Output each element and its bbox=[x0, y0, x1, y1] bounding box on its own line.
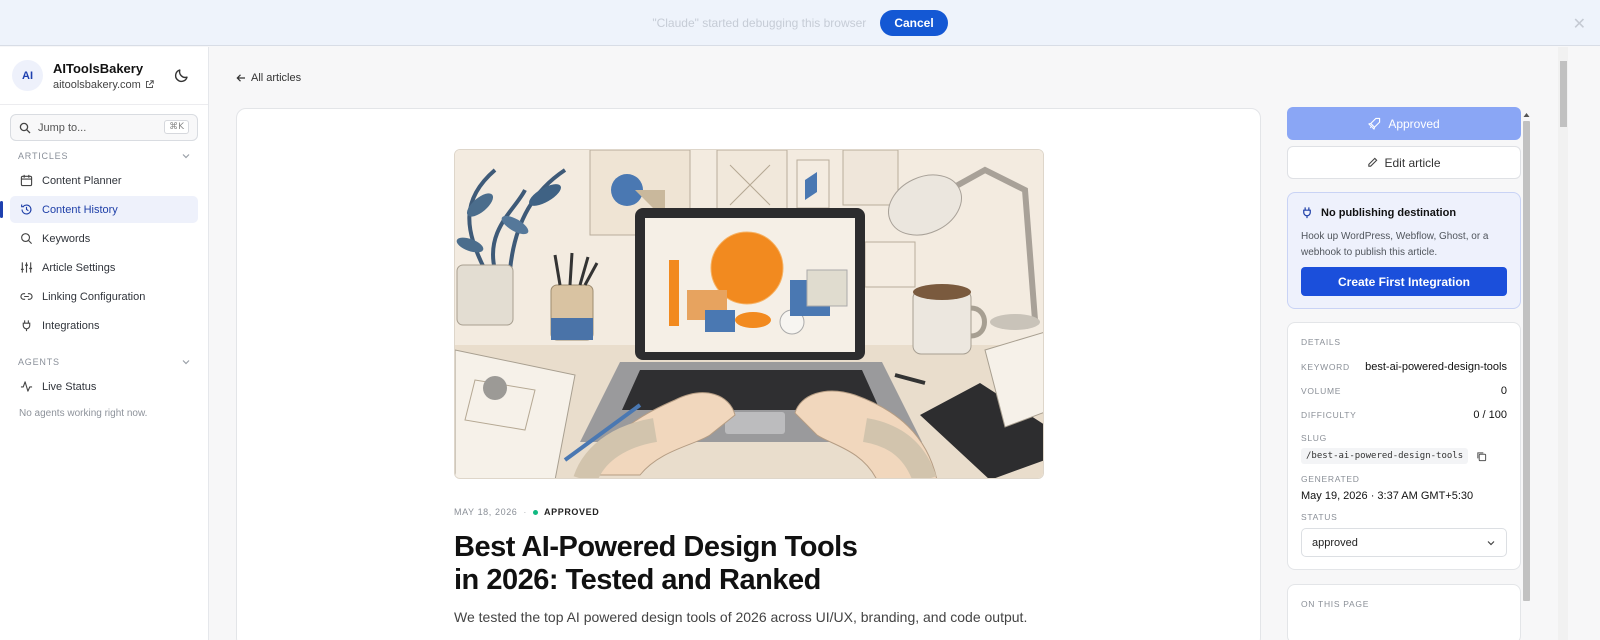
sidebar-item-article-settings[interactable]: Article Settings bbox=[10, 254, 198, 281]
panel-scrollbar-thumb[interactable] bbox=[1523, 121, 1530, 601]
keyword-label: KEYWORD bbox=[1301, 362, 1350, 372]
jump-to-search[interactable]: Jump to... ⌘K bbox=[10, 114, 198, 141]
avatar[interactable]: AI bbox=[12, 60, 43, 91]
activity-icon bbox=[20, 381, 33, 392]
debug-banner-message: "Claude" started debugging this browser bbox=[652, 15, 867, 30]
sidebar-item-label: Live Status bbox=[42, 380, 97, 393]
hero-image bbox=[454, 149, 1044, 479]
article-card: MAY 18, 2026 · APPROVED Best AI-Powered … bbox=[236, 108, 1261, 640]
status-dot-icon bbox=[533, 509, 539, 515]
sidebar-item-content-planner[interactable]: Content Planner bbox=[10, 167, 198, 194]
sidebar: AI AIToolsBakery aitoolsbakery.com Jump … bbox=[0, 47, 209, 640]
all-articles-label: All articles bbox=[251, 72, 302, 84]
moon-icon[interactable] bbox=[174, 67, 190, 83]
approved-label: Approved bbox=[1388, 116, 1440, 131]
difficulty-value: 0 / 100 bbox=[1473, 409, 1507, 421]
agents-section-toggle[interactable]: AGENTS bbox=[0, 353, 208, 371]
agents-section-label: AGENTS bbox=[18, 357, 60, 367]
debug-banner: "Claude" started debugging this browser … bbox=[0, 0, 1600, 46]
sidebar-item-label: Integrations bbox=[42, 319, 100, 332]
page-scrollbar[interactable] bbox=[1558, 47, 1568, 640]
close-icon[interactable]: ✕ bbox=[1573, 14, 1586, 34]
scroll-up-arrow-icon[interactable] bbox=[1522, 111, 1531, 119]
brand-domain-link[interactable]: aitoolsbakery.com bbox=[53, 79, 154, 91]
external-link-icon bbox=[145, 80, 154, 88]
status-badge: APPROVED bbox=[544, 507, 600, 517]
difficulty-row: DIFFICULTY 0 / 100 bbox=[1301, 403, 1507, 427]
status-select-value: approved bbox=[1312, 536, 1358, 549]
article-date: MAY 18, 2026 bbox=[454, 507, 518, 517]
status-select[interactable]: approved bbox=[1301, 528, 1507, 557]
link-icon bbox=[20, 293, 33, 300]
article-meta: MAY 18, 2026 · APPROVED bbox=[454, 507, 599, 517]
generated-value: May 19, 2026 · 3:37 AM GMT+5:30 bbox=[1301, 490, 1474, 502]
volume-row: VOLUME 0 bbox=[1301, 379, 1507, 403]
keyword-value: best-ai-powered-design-tools bbox=[1365, 361, 1507, 373]
slug-label: SLUG bbox=[1301, 433, 1327, 443]
sidebar-item-live-status[interactable]: Live Status bbox=[10, 373, 198, 400]
sidebar-item-label: Content History bbox=[42, 203, 118, 216]
title-line-2: in 2026: Tested and Ranked bbox=[454, 564, 821, 596]
sidebar-item-content-history[interactable]: Content History bbox=[0, 196, 198, 223]
volume-value: 0 bbox=[1500, 385, 1507, 397]
hero-illustration bbox=[455, 150, 1043, 478]
calendar-icon bbox=[20, 174, 33, 187]
keyword-row: KEYWORD best-ai-powered-design-tools bbox=[1301, 355, 1507, 379]
search-icon bbox=[21, 233, 33, 245]
sidebar-item-label: Keywords bbox=[42, 232, 91, 245]
status-label: STATUS bbox=[1301, 512, 1338, 522]
chevron-down-icon bbox=[1487, 540, 1495, 545]
rocket-icon bbox=[1368, 117, 1381, 130]
sidebar-item-keywords[interactable]: Keywords bbox=[10, 225, 198, 252]
article-side-panel: Approved Edit article No publishing dest… bbox=[1287, 107, 1521, 640]
on-this-page-label: ON THIS PAGE bbox=[1301, 599, 1370, 609]
articles-section-toggle[interactable]: ARTICLES bbox=[0, 147, 208, 165]
copy-icon[interactable] bbox=[1476, 451, 1487, 462]
sidebar-item-label: Article Settings bbox=[42, 261, 116, 274]
pencil-icon bbox=[1368, 157, 1378, 167]
publish-description: Hook up WordPress, Webflow, Ghost, or a … bbox=[1301, 231, 1489, 258]
plug-icon bbox=[22, 320, 31, 332]
edit-article-label: Edit article bbox=[1384, 155, 1441, 170]
sidebar-item-label: Content Planner bbox=[42, 174, 122, 187]
approved-button[interactable]: Approved bbox=[1287, 107, 1521, 140]
shortcut-badge: ⌘K bbox=[164, 120, 189, 134]
slug-value: /best-ai-powered-design-tools bbox=[1301, 448, 1469, 464]
details-heading: DETAILS bbox=[1301, 337, 1341, 347]
history-icon bbox=[21, 204, 32, 215]
all-articles-link[interactable]: All articles bbox=[236, 72, 301, 84]
page-scrollbar-thumb[interactable] bbox=[1560, 61, 1567, 127]
chevron-down-icon bbox=[182, 360, 190, 365]
details-card: DETAILS KEYWORD best-ai-powered-design-t… bbox=[1287, 322, 1521, 570]
arrow-left-icon bbox=[236, 74, 245, 82]
brand-domain-text: aitoolsbakery.com bbox=[53, 78, 141, 91]
sliders-icon bbox=[20, 262, 33, 273]
publish-title: No publishing destination bbox=[1321, 206, 1457, 219]
on-this-page-card: ON THIS PAGE bbox=[1287, 584, 1521, 640]
cancel-debug-button[interactable]: Cancel bbox=[880, 9, 948, 36]
agents-empty-text: No agents working right now. bbox=[19, 408, 148, 419]
articles-section-label: ARTICLES bbox=[18, 151, 69, 161]
article-lede: We tested the top AI powered design tool… bbox=[454, 609, 1028, 625]
sidebar-item-label: Linking Configuration bbox=[42, 290, 146, 303]
slug-row: /best-ai-powered-design-tools bbox=[1301, 448, 1507, 464]
sidebar-item-linking-configuration[interactable]: Linking Configuration bbox=[10, 283, 198, 310]
title-line-1: Best AI-Powered Design Tools bbox=[454, 531, 858, 563]
edit-article-button[interactable]: Edit article bbox=[1287, 146, 1521, 179]
brand-name: AIToolsBakery bbox=[53, 60, 144, 76]
difficulty-label: DIFFICULTY bbox=[1301, 410, 1357, 420]
create-first-integration-button[interactable]: Create First Integration bbox=[1301, 267, 1507, 296]
search-icon bbox=[19, 122, 31, 133]
plug-icon bbox=[1303, 207, 1311, 219]
jump-placeholder: Jump to... bbox=[38, 121, 87, 134]
sidebar-item-integrations[interactable]: Integrations bbox=[10, 312, 198, 339]
meta-separator: · bbox=[523, 507, 528, 517]
page-title: Best AI-Powered Design Tools in 2026: Te… bbox=[454, 531, 914, 597]
chevron-down-icon bbox=[182, 154, 190, 159]
publishing-destination-card: No publishing destination Hook up WordPr… bbox=[1287, 192, 1521, 309]
panel-scrollbar[interactable] bbox=[1522, 111, 1531, 640]
generated-label: GENERATED bbox=[1301, 474, 1360, 484]
volume-label: VOLUME bbox=[1301, 386, 1342, 396]
brand-header: AI AIToolsBakery aitoolsbakery.com bbox=[0, 47, 208, 105]
